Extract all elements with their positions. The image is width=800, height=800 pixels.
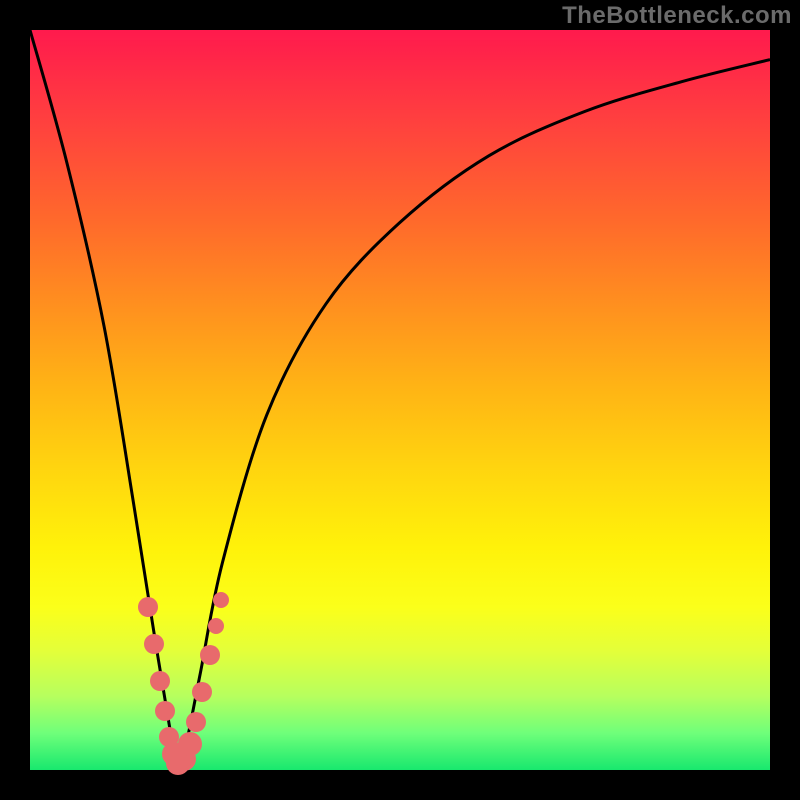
chart-frame: TheBottleneck.com bbox=[0, 0, 800, 800]
plot-area bbox=[30, 30, 770, 770]
attribution-text: TheBottleneck.com bbox=[562, 2, 792, 30]
bottleneck-curve bbox=[30, 30, 770, 770]
